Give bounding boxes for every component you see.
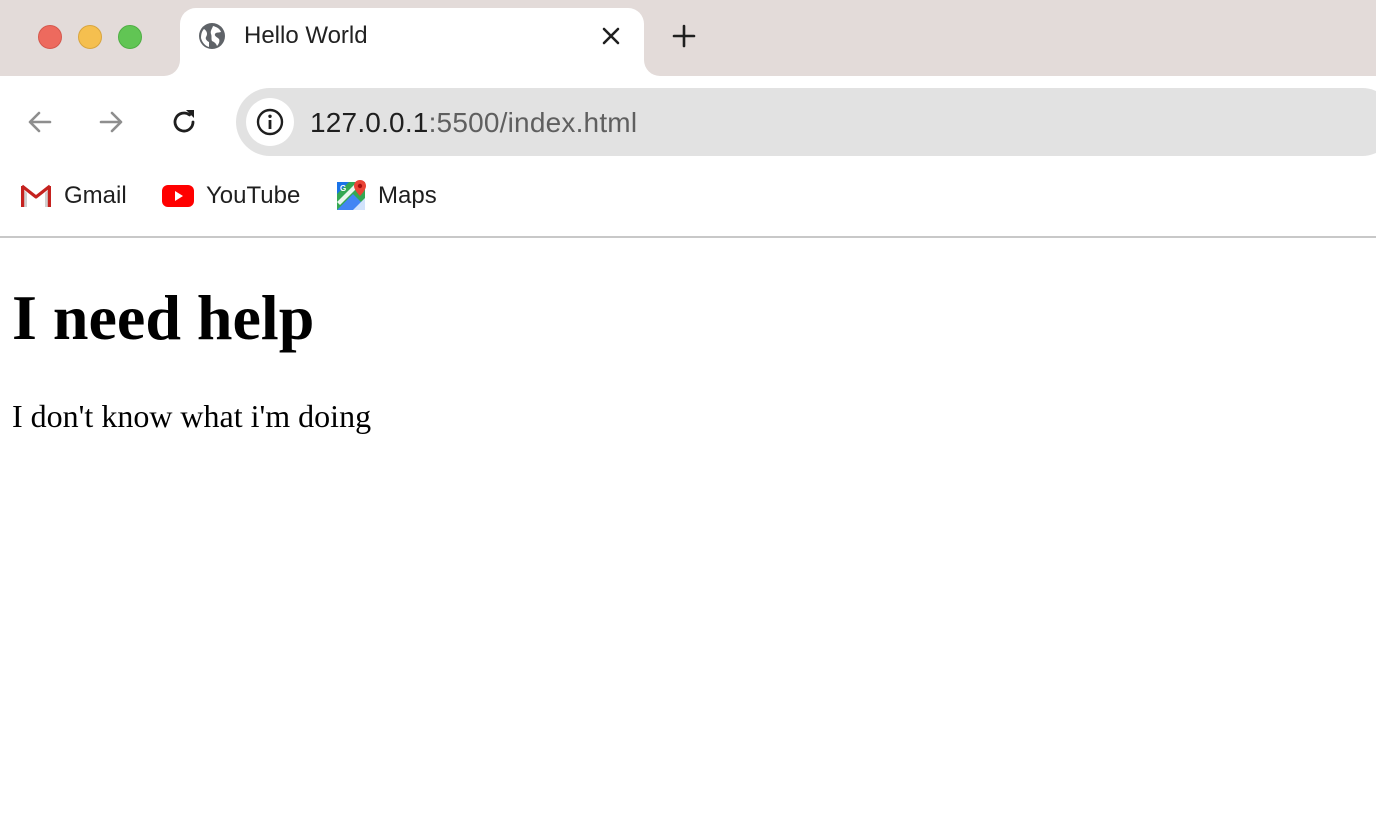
back-arrow-icon[interactable] xyxy=(24,106,56,138)
url-path: :5500/index.html xyxy=(428,107,638,138)
youtube-icon xyxy=(162,185,194,207)
site-info-button[interactable] xyxy=(246,98,294,146)
tab-strip: Hello World xyxy=(0,0,1376,76)
reload-icon[interactable] xyxy=(168,106,200,138)
info-icon xyxy=(256,108,284,136)
tab-hello-world[interactable]: Hello World xyxy=(180,8,644,76)
url-host: 127.0.0.1 xyxy=(310,107,429,138)
toolbar: 127.0.0.1:5500/index.html xyxy=(0,76,1376,168)
page-heading: I need help xyxy=(12,282,315,353)
forward-arrow-icon[interactable] xyxy=(95,106,127,138)
bookmarks-bar: Gmail YouTube G Maps xyxy=(0,168,1376,238)
close-tab-icon[interactable] xyxy=(600,25,622,47)
svg-text:G: G xyxy=(340,184,346,193)
bookmark-label: Gmail xyxy=(64,182,127,209)
globe-icon xyxy=(199,23,225,49)
bookmark-label: YouTube xyxy=(206,182,301,209)
window-minimize-button[interactable] xyxy=(78,25,102,49)
tab-title: Hello World xyxy=(244,22,368,49)
maps-icon: G xyxy=(337,180,366,210)
gmail-icon xyxy=(21,184,51,207)
page-content: I need help I don't know what i'm doing xyxy=(0,238,1376,832)
new-tab-icon[interactable] xyxy=(670,22,698,50)
bookmark-label: Maps xyxy=(378,182,437,209)
window-close-button[interactable] xyxy=(38,25,62,49)
window-maximize-button[interactable] xyxy=(118,25,142,49)
url-text[interactable]: 127.0.0.1:5500/index.html xyxy=(310,107,637,139)
address-bar[interactable]: 127.0.0.1:5500/index.html xyxy=(236,88,1376,156)
page-paragraph: I don't know what i'm doing xyxy=(12,398,372,434)
